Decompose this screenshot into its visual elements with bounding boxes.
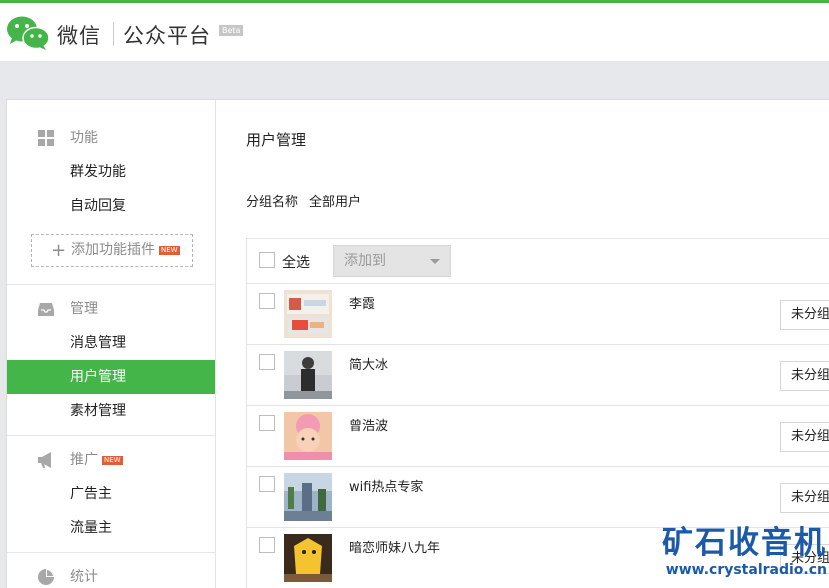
beta-badge: Beta: [219, 25, 244, 36]
top-bar: 微信 公众平台 Beta: [0, 0, 829, 62]
row-checkbox[interactable]: [259, 415, 275, 431]
add-to-dropdown[interactable]: 添加到: [333, 245, 451, 277]
user-name[interactable]: 暗恋师妹八九年: [349, 537, 440, 556]
sidebar-section-label: 推广: [70, 452, 98, 468]
user-name[interactable]: 李霞: [349, 293, 375, 312]
sidebar-section-label: 功能: [70, 130, 98, 146]
watermark: 矿石收音机 www.crystalradio.cn: [657, 525, 827, 579]
group-label: 分组名称: [246, 195, 299, 210]
content-panel: 功能 群发功能 自动回复 + 添加功能插件 NEW 管理 消息管理 用户管理 素材…: [6, 99, 829, 588]
row-checkbox[interactable]: [259, 293, 275, 309]
watermark-title: 矿石收音机: [662, 525, 827, 561]
sidebar-item-messages[interactable]: 消息管理: [7, 326, 215, 360]
sidebar-section-label: 统计: [70, 569, 98, 585]
user-name[interactable]: 简大冰: [349, 354, 388, 373]
group-select-button[interactable]: 未分组: [780, 300, 829, 330]
sidebar-item-users[interactable]: 用户管理: [7, 360, 215, 394]
user-avatar[interactable]: [284, 412, 332, 460]
brand-divider: [113, 22, 114, 46]
plus-icon: +: [51, 240, 67, 261]
select-all-checkbox[interactable]: [259, 252, 275, 268]
sidebar-item-auto-reply[interactable]: 自动回复: [7, 189, 215, 223]
select-all-label[interactable]: 全选: [282, 252, 310, 272]
add-to-label: 添加到: [344, 253, 386, 269]
pie-chart-icon: [38, 569, 54, 585]
page-title: 用户管理: [246, 131, 307, 149]
add-plugin-label: 添加功能插件: [71, 242, 155, 258]
group-select-button[interactable]: 未分组: [780, 483, 829, 513]
sidebar-section-label: 管理: [70, 301, 98, 317]
user-avatar[interactable]: [284, 351, 332, 399]
group-value[interactable]: 全部用户: [309, 195, 361, 210]
row-checkbox[interactable]: [259, 537, 275, 553]
platform-name: 公众平台: [123, 24, 211, 48]
sidebar-item-materials[interactable]: 素材管理: [7, 394, 215, 428]
user-name[interactable]: wifi热点专家: [349, 476, 423, 495]
sidebar: 功能 群发功能 自动回复 + 添加功能插件 NEW 管理 消息管理 用户管理 素材…: [7, 100, 216, 588]
group-info: 分组名称 全部用户: [246, 191, 361, 210]
wechat-logo-icon[interactable]: [6, 14, 50, 52]
row-checkbox[interactable]: [259, 476, 275, 492]
user-name[interactable]: 曾浩波: [349, 415, 388, 434]
row-checkbox[interactable]: [259, 354, 275, 370]
user-avatar[interactable]: [284, 534, 332, 582]
add-plugin-button[interactable]: + 添加功能插件 NEW: [31, 234, 193, 267]
table-row: 曾浩波 未分组: [247, 406, 829, 467]
table-row: 简大冰 未分组: [247, 345, 829, 406]
sidebar-item-publisher[interactable]: 流量主: [7, 511, 215, 545]
megaphone-icon: [38, 452, 51, 468]
new-badge: NEW: [102, 456, 123, 465]
sidebar-divider: [7, 435, 215, 436]
watermark-url: www.crystalradio.cn: [665, 562, 827, 578]
table-header: 全选 添加到: [247, 239, 829, 284]
user-avatar[interactable]: [284, 473, 332, 521]
caret-down-icon: [430, 259, 440, 264]
table-row: 李霞 未分组: [247, 284, 829, 345]
grid-icon: [38, 130, 54, 146]
table-row: wifi热点专家 未分组: [247, 467, 829, 528]
inbox-icon: [38, 303, 54, 316]
group-select-button[interactable]: 未分组: [780, 422, 829, 452]
sidebar-divider: [7, 284, 215, 285]
sidebar-item-mass-send[interactable]: 群发功能: [7, 155, 215, 189]
sidebar-item-advertiser[interactable]: 广告主: [7, 477, 215, 511]
user-avatar[interactable]: [284, 290, 332, 338]
main-content: 用户管理 分组名称 全部用户 全选 添加到 李霞 未分组 简大冰 未分组 曾浩波…: [217, 100, 829, 588]
group-select-button[interactable]: 未分组: [780, 361, 829, 391]
new-badge: NEW: [159, 246, 180, 255]
brand-name: 微信: [57, 24, 101, 48]
sidebar-divider: [7, 552, 215, 553]
